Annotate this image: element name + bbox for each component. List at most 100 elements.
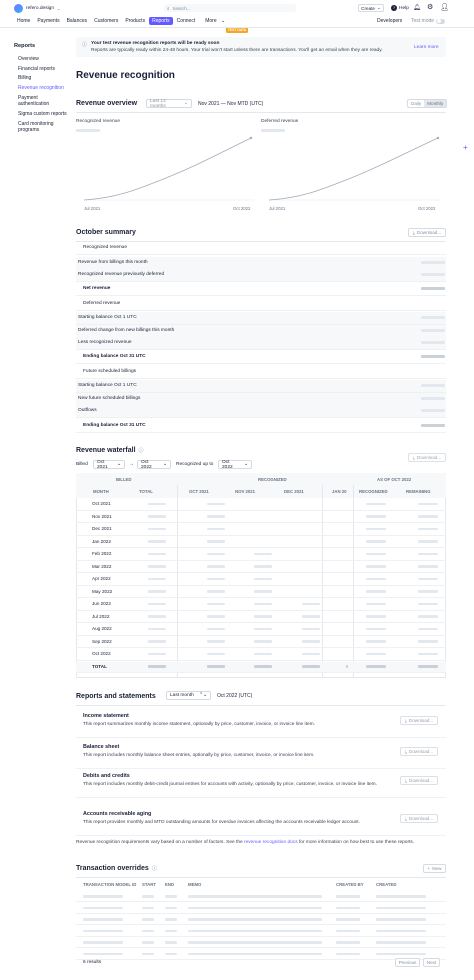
user-icon[interactable]: 👤︎ [440,3,449,11]
sidebar-item-revenue-recognition[interactable]: Revenue recognition [18,85,64,91]
waterfall-remaining-value [418,627,438,630]
nav-payments[interactable]: Payments [34,17,62,25]
waterfall-download-button[interactable]: ⤓ Download... [408,453,446,462]
nav-reports[interactable]: Reports [149,17,173,25]
info-icon[interactable]: ⓘ [152,865,157,872]
revenue-recognition-docs-link[interactable]: revenue recognition docs [244,840,298,845]
waterfall-month: TOTAL [92,663,107,669]
plus-icon[interactable]: + [463,143,468,152]
nav-connect[interactable]: Connect [174,17,199,25]
statement-period-label: Oct 2022 (UTC) [217,693,253,699]
override-cell [376,929,426,932]
top-bar: TEST DATA refero.design ⌄ ⌕ Search... Cr… [0,0,474,33]
monthly-button[interactable]: Monthly [424,100,447,107]
waterfall-recognized-value [366,602,386,605]
waterfall-value [207,652,225,655]
waterfall-value [207,515,225,518]
waterfall-value [207,665,225,668]
recognized-up-to-select[interactable]: Oct 2022 ⌄ [218,460,252,470]
sidebar-item-card-monitoring[interactable]: Card monitoring programs [18,121,62,133]
waterfall-value [207,640,225,643]
waterfall-value [207,502,225,505]
waterfall-remaining-value [418,577,438,580]
create-button[interactable]: Create ⌄ [358,4,384,12]
new-override-button[interactable]: + New [423,864,446,873]
range-select[interactable]: Last 12 months ⌄ [146,99,192,109]
waterfall-remaining-value [418,515,438,518]
override-cell [165,941,177,944]
waterfall-month: Jan 2022 [92,538,111,544]
daily-button[interactable]: Daily [408,101,424,106]
row-divider [76,559,446,560]
download-label: Download... [408,816,434,821]
row-divider [76,547,446,548]
toggle-switch [436,18,446,24]
test-mode-toggle[interactable]: Test mode [411,18,446,24]
waterfall-value [207,627,225,630]
previous-button[interactable]: Previous [395,958,420,967]
overrides-col-header: CREATED BY [336,882,364,887]
row-divider [76,958,446,959]
info-icon[interactable]: ⓘ [139,447,144,454]
row-divider [76,935,446,936]
override-cell [83,895,123,898]
waterfall-value [254,627,272,630]
statement-download-button[interactable]: ⤓ Download... [400,716,438,725]
row-divider [76,835,446,836]
statement-download-button[interactable]: ⤓ Download... [400,814,438,823]
learn-more-link[interactable]: Learn more [414,45,439,50]
download-label: Download... [408,749,434,754]
search-input[interactable]: ⌕ Search... [164,4,296,12]
download-icon: ⤓ [404,778,407,783]
waterfall-recognized-value [366,502,386,505]
statement-download-button[interactable]: ⤓ Download... [400,776,438,785]
gear-icon[interactable]: ⚙ [427,3,433,11]
row-divider [76,647,446,648]
waterfall-recognized-value [366,615,386,618]
developers-link[interactable]: Developers [377,18,402,24]
sidebar-item-financial-reports[interactable]: Financial reports [18,66,55,72]
statement-download-button[interactable]: ⤓ Download... [400,747,438,756]
col-divider [353,485,354,678]
billed-group-header: BILLED [116,477,132,482]
sidebar-item-overview[interactable]: Overview [18,56,39,62]
bell-icon[interactable]: 🔔︎ [413,4,421,11]
statement-title: Accounts receivable aging [83,811,152,817]
waterfall-value [148,615,166,618]
billed-from-select[interactable]: Oct 2021 ⌄ [93,460,125,470]
october-title: October summary [76,229,136,236]
next-button[interactable]: Next [423,958,440,967]
nav-home[interactable]: Home [14,17,33,25]
nav-more[interactable]: More ⌄ [199,17,228,25]
override-cell [336,918,360,921]
deferred-chart [268,136,441,201]
sidebar-item-payment-authentication[interactable]: Payment authentication [18,95,62,107]
row-divider [76,924,446,925]
row-divider [76,378,446,379]
waterfall-header: Revenue waterfall ⓘ [76,447,144,454]
override-cell [165,918,177,921]
statements-footer: Revenue recognition requirements vary ba… [76,840,415,845]
sidebar-item-sigma[interactable]: Sigma custom reports [18,111,67,117]
summary-row-value [421,355,445,358]
billed-to-select[interactable]: Oct 2022 ⌄ [137,460,171,470]
waterfall-value [254,640,272,643]
waterfall-value [302,602,320,605]
override-cell [165,906,177,909]
statement-period-select[interactable]: Last month ⌃⌄ [166,691,211,700]
sidebar-item-billing[interactable]: Billing [18,75,31,81]
nav-balances[interactable]: Balances [64,17,91,25]
nav-products[interactable]: Products [122,17,148,25]
october-download-button[interactable]: ⤓ Download... [408,228,446,237]
download-icon: ⤓ [412,230,415,235]
row-divider [76,349,446,350]
help-button[interactable]: ? Help [391,5,409,11]
nav-customers[interactable]: Customers [91,17,121,25]
row-divider [76,254,446,255]
override-cell [188,941,322,944]
summary-row-label: Recognized revenue [83,245,128,250]
notice-body: Reports are typically ready within 24-48… [91,48,383,53]
waterfall-month: Sep 2022 [92,638,112,644]
waterfall-recognized-value [366,552,386,555]
account-switcher[interactable]: refero.design ⌄ [14,4,60,13]
